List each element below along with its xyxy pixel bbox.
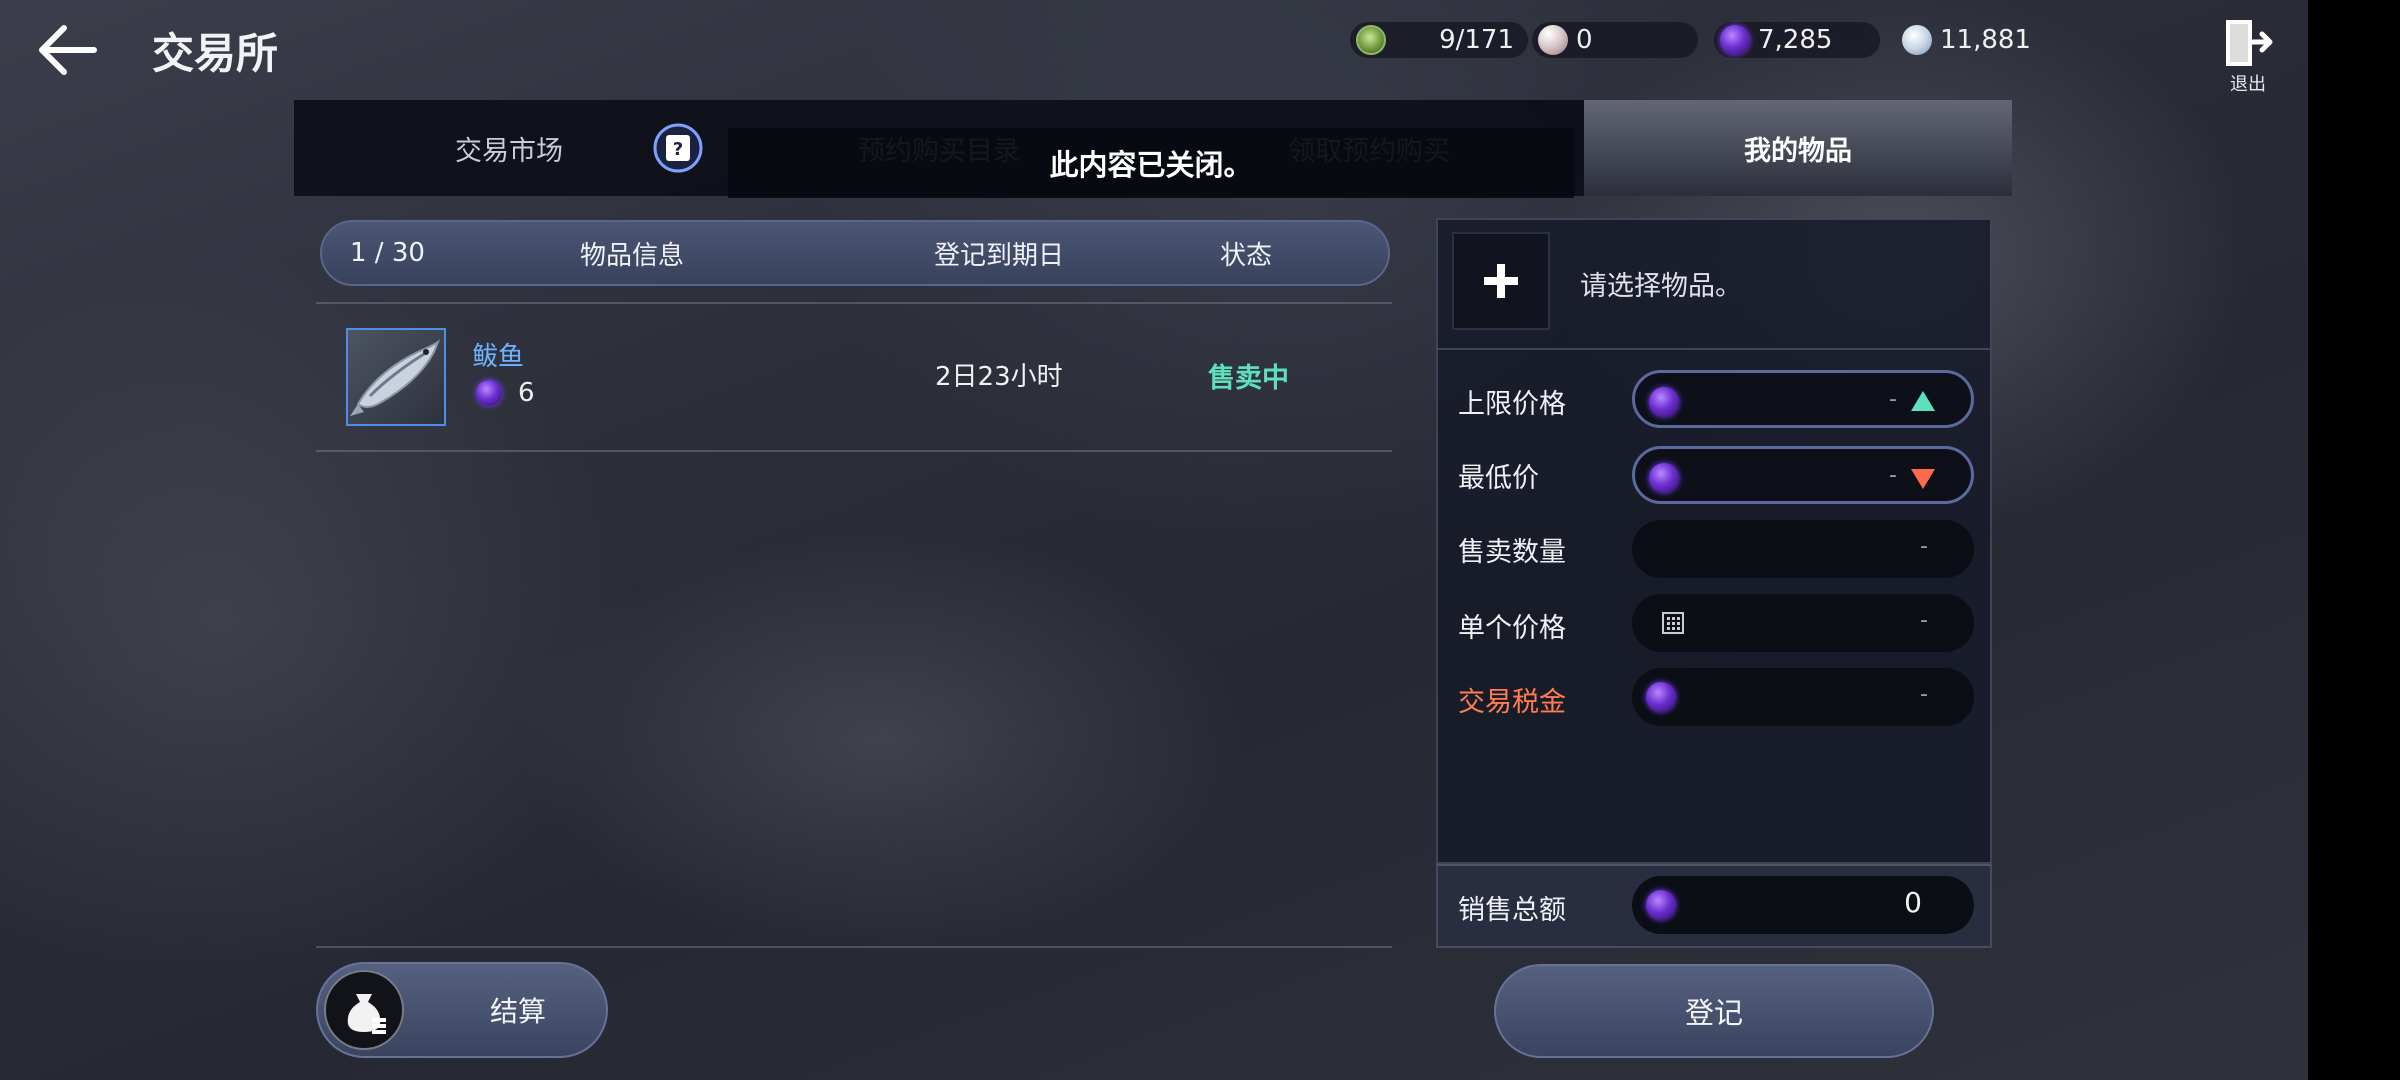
- max-price-value: -: [1889, 387, 1897, 412]
- column-expiry: 登记到期日: [934, 240, 1065, 271]
- divider: [316, 450, 1392, 452]
- svg-text:?: ?: [673, 139, 683, 160]
- item-expiry: 2日23小时: [935, 362, 1063, 392]
- settle-label: 结算: [489, 995, 546, 1028]
- page-title: 交易所: [152, 29, 279, 78]
- min-price-value: -: [1889, 463, 1897, 488]
- exit-label: 退出: [2230, 74, 2266, 95]
- status-badge: 售卖中: [1208, 363, 1289, 394]
- unit-price-value: -: [1920, 608, 1928, 633]
- trade-tax-value: -: [1920, 682, 1928, 707]
- silver-value: 11,881: [1940, 25, 2031, 55]
- total-sales-field: 0: [1632, 876, 1974, 934]
- trade-tax-label: 交易税金: [1458, 687, 1566, 718]
- min-price-field[interactable]: -: [1632, 446, 1974, 504]
- list-header: 1 / 30 物品信息 登记到期日 状态: [320, 220, 1390, 286]
- max-price-label: 上限价格: [1458, 389, 1566, 420]
- pearl-value: 0: [1576, 25, 1593, 55]
- register-button[interactable]: 登记: [1494, 964, 1934, 1058]
- item-quantity: 6: [518, 378, 535, 408]
- divider: [316, 946, 1392, 948]
- green-badge-icon: [1356, 25, 1386, 55]
- currency-slot-pearl: 0: [1532, 22, 1698, 58]
- screen-edge: [2308, 0, 2400, 1080]
- max-price-field[interactable]: -: [1632, 370, 1974, 428]
- keypad-icon[interactable]: [1662, 612, 1684, 634]
- add-item-button[interactable]: [1452, 232, 1550, 330]
- settle-button[interactable]: 结算: [316, 962, 608, 1058]
- purple-gem-icon: [1649, 387, 1679, 417]
- sell-quantity-value: -: [1920, 534, 1928, 559]
- select-item-hint: 请选择物品。: [1580, 271, 1742, 302]
- pearl-icon: [1538, 25, 1568, 55]
- total-sales-value: 0: [1904, 886, 1922, 919]
- trade-tax-field: -: [1632, 668, 1974, 726]
- help-book-icon[interactable]: ?: [652, 122, 704, 174]
- divider: [316, 302, 1392, 304]
- silver-coin-icon: [1902, 25, 1932, 55]
- closed-content-toast: 此内容已关闭。: [728, 128, 1574, 198]
- purple-gem-icon: [1646, 890, 1676, 920]
- exit-button[interactable]: 退出: [2220, 18, 2276, 95]
- contribution-value: 9/171: [1439, 25, 1514, 55]
- min-price-label: 最低价: [1458, 463, 1539, 494]
- column-item-info: 物品信息: [580, 240, 685, 271]
- unit-price-field[interactable]: -: [1632, 594, 1974, 652]
- purple-gem-icon: [1649, 463, 1679, 493]
- money-bag-icon: [324, 970, 404, 1050]
- purple-gem-icon: [1646, 682, 1676, 712]
- price-down-arrow-icon[interactable]: [1911, 469, 1935, 489]
- back-arrow-icon[interactable]: [34, 22, 98, 78]
- purple-gem-icon: [1720, 25, 1750, 55]
- tab-my-items[interactable]: 我的物品: [1584, 100, 2012, 196]
- exit-door-icon: [2226, 20, 2273, 66]
- unit-price-label: 单个价格: [1458, 613, 1566, 644]
- purple-gem-icon: [476, 380, 502, 406]
- list-count: 1 / 30: [350, 238, 425, 268]
- currency-slot-silver: 11,881: [1896, 22, 2036, 58]
- item-thumbnail[interactable]: [346, 328, 446, 426]
- mackerel-fish-icon: [350, 339, 441, 416]
- sell-quantity-field[interactable]: -: [1632, 520, 1974, 578]
- currency-slot-contribution: 9/171: [1350, 22, 1528, 58]
- plus-icon: [1484, 264, 1518, 298]
- total-sales-label: 销售总额: [1458, 895, 1566, 926]
- price-up-arrow-icon[interactable]: [1911, 391, 1935, 411]
- item-name[interactable]: 鲅鱼: [472, 336, 524, 373]
- column-status: 状态: [1220, 240, 1273, 271]
- gem-value: 7,285: [1758, 25, 1833, 55]
- currency-slot-gem: 7,285: [1714, 22, 1880, 58]
- sell-quantity-label: 售卖数量: [1458, 537, 1566, 568]
